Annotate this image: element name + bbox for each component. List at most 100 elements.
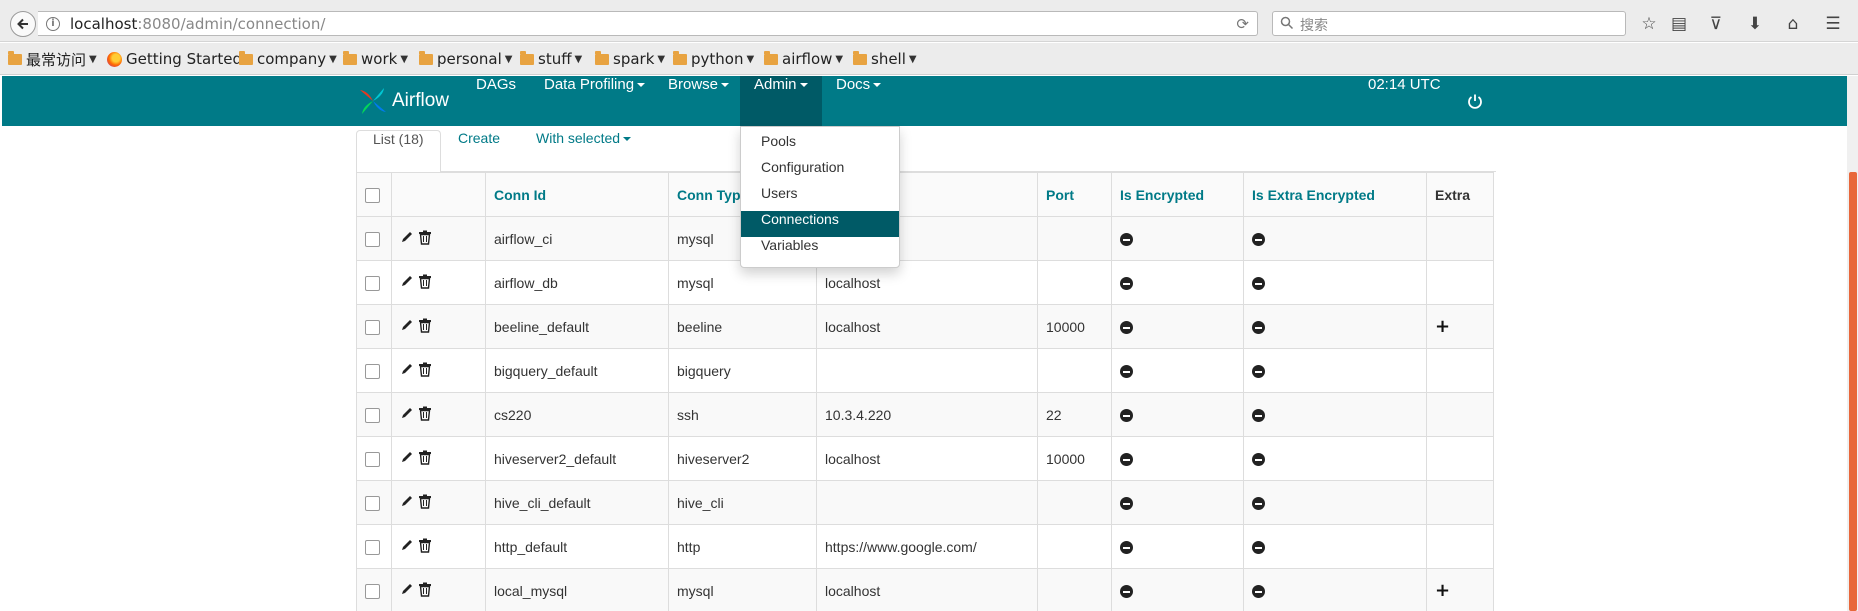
pencil-icon[interactable] bbox=[400, 494, 414, 508]
bookmark-most-visited[interactable]: 最常访问 ▼ bbox=[8, 49, 97, 69]
row-select-cell bbox=[356, 524, 392, 569]
header-is-extra-encrypted[interactable]: Is Extra Encrypted bbox=[1243, 172, 1427, 217]
trash-icon[interactable] bbox=[418, 274, 432, 289]
search-input[interactable]: 搜索 bbox=[1272, 11, 1626, 36]
home-icon[interactable]: ⌂ bbox=[1780, 11, 1806, 37]
menu-icon[interactable]: ☰ bbox=[1820, 11, 1846, 37]
table-row: local_mysql mysql localhost + bbox=[356, 568, 1494, 611]
plus-icon[interactable]: + bbox=[1435, 317, 1450, 335]
url-bar[interactable]: i localhost:8080/admin/connection/ ⟳ bbox=[38, 11, 1258, 36]
row-checkbox[interactable] bbox=[365, 363, 380, 379]
cell-extra bbox=[1426, 392, 1494, 437]
minus-circle-icon bbox=[1120, 277, 1133, 291]
pencil-icon[interactable] bbox=[400, 230, 414, 244]
bookmark-getting-started[interactable]: Getting Started bbox=[107, 49, 242, 69]
pencil-icon[interactable] bbox=[400, 406, 414, 420]
trash-icon[interactable] bbox=[418, 362, 432, 377]
download-icon[interactable]: ⬇ bbox=[1742, 11, 1768, 37]
trash-icon[interactable] bbox=[418, 450, 432, 465]
row-checkbox[interactable] bbox=[365, 539, 380, 555]
cell-conn-id: local_mysql bbox=[485, 568, 669, 611]
info-icon[interactable]: i bbox=[46, 17, 60, 31]
row-select-cell bbox=[356, 216, 392, 261]
brand[interactable]: Airflow bbox=[358, 86, 449, 116]
row-select-cell bbox=[356, 260, 392, 305]
bookmark-work[interactable]: work ▼ bbox=[343, 49, 408, 69]
tab-list[interactable]: List (18) bbox=[356, 130, 441, 173]
back-button[interactable] bbox=[10, 11, 36, 37]
nav-data-profiling[interactable]: Data Profiling bbox=[530, 76, 659, 126]
nav-browse[interactable]: Browse bbox=[654, 76, 743, 126]
select-all-checkbox[interactable] bbox=[365, 187, 380, 203]
row-checkbox[interactable] bbox=[365, 275, 380, 291]
trash-icon[interactable] bbox=[418, 318, 432, 333]
menu-item-users[interactable]: Users bbox=[741, 185, 899, 211]
pencil-icon[interactable] bbox=[400, 274, 414, 288]
tab-with-selected[interactable]: With selected bbox=[520, 130, 647, 172]
cell-conn-id: airflow_ci bbox=[485, 216, 669, 261]
trash-icon[interactable] bbox=[418, 406, 432, 421]
pencil-icon[interactable] bbox=[400, 538, 414, 552]
pencil-icon[interactable] bbox=[400, 362, 414, 376]
pencil-icon[interactable] bbox=[400, 450, 414, 464]
row-select-cell bbox=[356, 304, 392, 349]
minus-circle-icon bbox=[1252, 541, 1265, 555]
row-checkbox[interactable] bbox=[365, 583, 380, 599]
bookmark-airflow[interactable]: airflow ▼ bbox=[764, 49, 843, 69]
bookmark-company[interactable]: company ▼ bbox=[239, 49, 337, 69]
menu-item-connections[interactable]: Connections bbox=[741, 211, 899, 237]
cell-conn-type: hive_cli bbox=[668, 480, 817, 525]
tab-create[interactable]: Create bbox=[442, 130, 516, 172]
scrollbar-thumb[interactable] bbox=[1849, 172, 1857, 611]
pencil-icon[interactable] bbox=[400, 318, 414, 332]
row-checkbox[interactable] bbox=[365, 451, 380, 467]
search-icon bbox=[1280, 16, 1294, 30]
url-text: localhost:8080/admin/connection/ bbox=[70, 15, 325, 33]
tab-label: With selected bbox=[536, 130, 621, 146]
header-conn-id[interactable]: Conn Id bbox=[485, 172, 669, 217]
row-checkbox[interactable] bbox=[365, 231, 380, 247]
reload-icon[interactable]: ⟳ bbox=[1236, 15, 1249, 33]
cell-extra bbox=[1426, 260, 1494, 305]
chevron-down-icon: ▼ bbox=[746, 53, 755, 65]
reading-list-icon[interactable]: ▤ bbox=[1666, 11, 1692, 37]
bookmark-spark[interactable]: spark ▼ bbox=[595, 49, 665, 69]
search-placeholder: 搜索 bbox=[1300, 18, 1328, 34]
bookmark-shell[interactable]: shell ▼ bbox=[853, 49, 917, 69]
pocket-icon[interactable]: ⊽ bbox=[1703, 11, 1729, 37]
nav-label: DAGs bbox=[476, 76, 517, 93]
bookmark-python[interactable]: python ▼ bbox=[673, 49, 754, 69]
menu-item-pools[interactable]: Pools bbox=[741, 133, 899, 159]
menu-item-configuration[interactable]: Configuration bbox=[741, 159, 899, 185]
row-checkbox[interactable] bbox=[365, 407, 380, 423]
header-port[interactable]: Port bbox=[1037, 172, 1112, 217]
bookmark-stuff[interactable]: stuff ▼ bbox=[520, 49, 582, 69]
nav-dags[interactable]: DAGs bbox=[462, 76, 530, 126]
trash-icon[interactable] bbox=[418, 538, 432, 553]
power-icon[interactable] bbox=[1467, 93, 1483, 109]
row-checkbox[interactable] bbox=[365, 495, 380, 511]
trash-icon[interactable] bbox=[418, 582, 432, 597]
bookmark-personal[interactable]: personal ▼ bbox=[419, 49, 512, 69]
trash-icon[interactable] bbox=[418, 494, 432, 509]
tab-label: List (18) bbox=[373, 131, 424, 147]
page-scrollbar[interactable] bbox=[1847, 76, 1858, 611]
menu-item-variables[interactable]: Variables bbox=[741, 237, 899, 263]
header-is-encrypted[interactable]: Is Encrypted bbox=[1111, 172, 1244, 217]
page-content: Airflow DAGs Data Profiling Browse Admin… bbox=[2, 76, 1847, 611]
plus-icon[interactable]: + bbox=[1435, 581, 1450, 599]
minus-circle-icon bbox=[1120, 585, 1133, 599]
minus-circle-icon bbox=[1252, 365, 1265, 379]
minus-circle-icon bbox=[1120, 365, 1133, 379]
nav-docs[interactable]: Docs bbox=[822, 76, 895, 126]
pencil-icon[interactable] bbox=[400, 582, 414, 596]
cell-is-encrypted bbox=[1111, 524, 1244, 569]
minus-circle-icon bbox=[1252, 497, 1265, 511]
bookmark-star-icon[interactable]: ☆ bbox=[1636, 11, 1662, 37]
trash-icon[interactable] bbox=[418, 230, 432, 245]
cell-extra bbox=[1426, 216, 1494, 261]
table-body: airflow_ci mysql airflow_db mysql localhost b… bbox=[356, 216, 1494, 611]
nav-admin[interactable]: Admin bbox=[740, 76, 822, 126]
folder-icon bbox=[673, 50, 687, 65]
row-checkbox[interactable] bbox=[365, 319, 380, 335]
